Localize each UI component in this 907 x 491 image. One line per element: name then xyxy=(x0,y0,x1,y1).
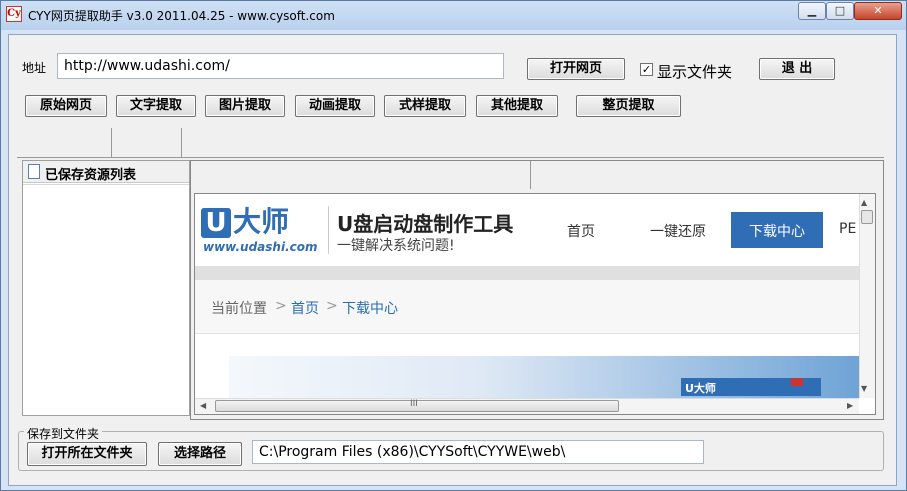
document-icon xyxy=(28,164,40,179)
tool-image-extract-button[interactable]: 图片提取 xyxy=(205,95,285,117)
banner-close-icon xyxy=(791,378,803,386)
scroll-up-arrow-icon[interactable]: ▲ xyxy=(861,198,867,207)
exit-button[interactable]: 退 出 xyxy=(759,58,835,80)
breadcrumb-prefix: 当前位置 xyxy=(211,301,267,317)
breadcrumb-home-link[interactable]: 首页 xyxy=(291,298,319,318)
tab-1[interactable] xyxy=(17,128,112,158)
tab-2[interactable] xyxy=(112,128,182,158)
show-folder-checkbox[interactable]: ✓ xyxy=(640,63,653,76)
site-logo-mark[interactable]: U xyxy=(201,208,231,238)
browser-header-strip xyxy=(191,161,531,189)
site-subline: 一键解决系统问题! xyxy=(337,238,455,254)
minimize-button[interactable]: ▁ xyxy=(798,2,826,20)
web-view[interactable]: U 大师 www.udashi.com U盘启动盘制作工具 一键解决系统问题! … xyxy=(194,193,876,415)
address-label: 地址 xyxy=(22,61,47,75)
breadcrumb-current: 下载中心 xyxy=(342,301,398,317)
save-path-input[interactable] xyxy=(252,440,704,464)
nav-restore-link[interactable]: 一键还原 xyxy=(650,221,706,241)
open-folder-button[interactable]: 打开所在文件夹 xyxy=(27,442,147,466)
nav-download-link[interactable]: 下载中心 xyxy=(749,221,805,241)
show-folder-label[interactable]: 显示文件夹 xyxy=(657,61,732,82)
site-logo-text[interactable]: 大师 xyxy=(233,206,289,238)
scroll-left-arrow-icon[interactable]: ◀ xyxy=(200,401,206,410)
tool-other-extract-button[interactable]: 其他提取 xyxy=(476,95,558,117)
breadcrumb-separator: > xyxy=(275,298,287,314)
app-icon: Cy xyxy=(6,6,22,22)
scroll-down-arrow-icon[interactable]: ▼ xyxy=(861,384,867,393)
tool-text-extract-button[interactable]: 文字提取 xyxy=(116,95,196,117)
save-to-folder-label: 保存到文件夹 xyxy=(24,425,103,442)
window-title: CYY网页提取助手 v3.0 2011.04.25 - www.cysoft.c… xyxy=(28,9,335,23)
address-input[interactable] xyxy=(57,53,504,79)
close-button[interactable]: ✕ xyxy=(854,2,902,20)
open-page-button[interactable]: 打开网页 xyxy=(527,58,625,80)
saved-resource-list-title: 已保存资源列表 xyxy=(45,168,137,183)
vertical-scroll-thumb[interactable] xyxy=(861,210,873,224)
nav-home-link[interactable]: 首页 xyxy=(567,221,595,241)
site-logo-url: www.udashi.com xyxy=(203,240,318,254)
scroll-grip: III xyxy=(410,399,418,409)
saved-resource-list-body[interactable] xyxy=(23,184,189,415)
header-divider xyxy=(328,206,329,254)
tool-animation-extract-button[interactable]: 动画提取 xyxy=(295,95,375,117)
tool-style-extract-button[interactable]: 式样提取 xyxy=(384,95,466,117)
header-shadow-strip xyxy=(195,266,859,280)
nav-pe-link[interactable]: PE xyxy=(839,221,856,237)
scroll-right-arrow-icon[interactable]: ▶ xyxy=(847,401,853,410)
choose-path-button[interactable]: 选择路径 xyxy=(158,442,242,466)
site-headline: U盘启动盘制作工具 xyxy=(337,212,514,236)
tool-original-page-button[interactable]: 原始网页 xyxy=(25,95,107,117)
banner-mini-logo: U大师 xyxy=(685,382,716,395)
breadcrumb-separator-2: > xyxy=(326,298,338,314)
maximize-button[interactable]: □ xyxy=(826,2,854,20)
tool-full-page-extract-button[interactable]: 整页提取 xyxy=(576,95,681,117)
tab-divider xyxy=(17,157,884,158)
vertical-scrollbar[interactable] xyxy=(859,194,875,398)
